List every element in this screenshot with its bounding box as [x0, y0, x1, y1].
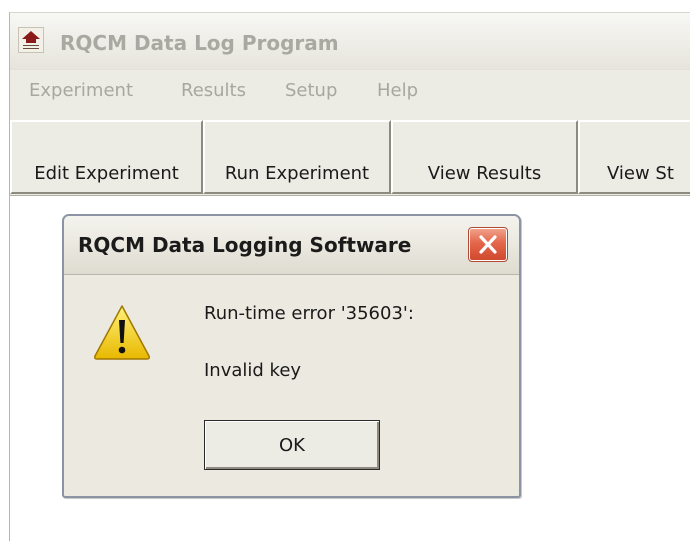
close-icon — [479, 235, 497, 254]
toolbar: Edit Experiment Run Experiment View Resu… — [10, 112, 690, 196]
ok-button[interactable]: OK — [204, 420, 380, 470]
warning-icon — [94, 305, 150, 360]
view-results-label: View Results — [427, 163, 542, 184]
edit-experiment-label: Edit Experiment — [34, 163, 179, 184]
dialog-title: RQCM Data Logging Software — [78, 233, 412, 257]
edit-experiment-button[interactable]: Edit Experiment — [10, 120, 203, 194]
rqcm-app-icon — [18, 27, 44, 53]
error-detail: Invalid key — [204, 360, 302, 381]
dialog-body: Run-time error '35603': Invalid key OK — [64, 275, 519, 496]
view-st-button[interactable]: View St — [578, 120, 690, 194]
run-experiment-label: Run Experiment — [224, 163, 370, 184]
view-results-button[interactable]: View Results — [391, 120, 578, 194]
menu-help[interactable]: Help — [377, 80, 418, 101]
error-dialog: RQCM Data Logging Software Run-time erro… — [62, 214, 521, 498]
view-st-label: View St — [607, 163, 674, 184]
menu-experiment[interactable]: Experiment — [29, 80, 133, 101]
menu-setup[interactable]: Setup — [285, 80, 337, 101]
app-title: RQCM Data Log Program — [60, 31, 339, 55]
error-message: Run-time error '35603': — [204, 303, 414, 324]
dialog-close-button[interactable] — [468, 227, 508, 262]
menu-results[interactable]: Results — [181, 80, 246, 101]
menu-bar: Experiment Results Setup Help — [10, 70, 690, 113]
main-title-bar: RQCM Data Log Program — [10, 13, 690, 70]
run-experiment-button[interactable]: Run Experiment — [203, 120, 391, 194]
dialog-title-bar[interactable]: RQCM Data Logging Software — [64, 216, 519, 275]
